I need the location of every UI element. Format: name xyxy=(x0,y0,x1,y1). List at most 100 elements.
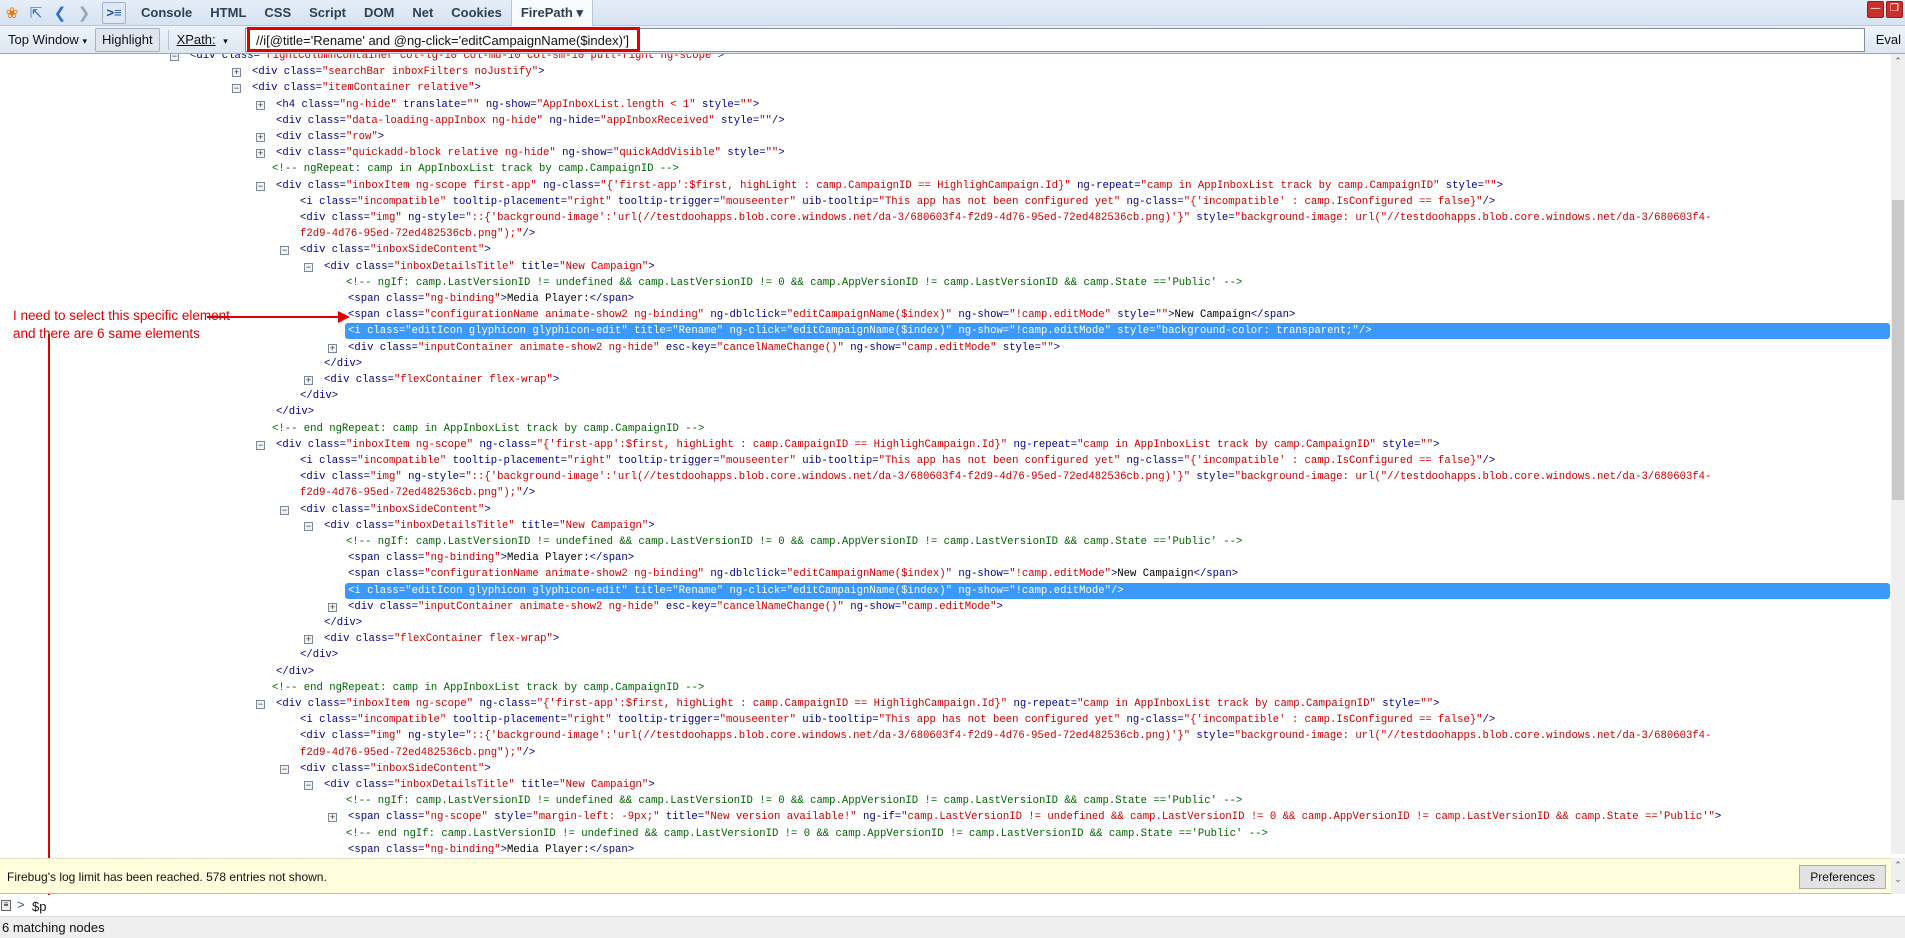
scroll-up-icon[interactable]: ⌃ xyxy=(1891,858,1905,872)
tree-node[interactable]: <span class="configurationName animate-s… xyxy=(348,566,1238,582)
tree-node[interactable]: f2d9-4d76-95ed-72ed482536cb.png");"/> xyxy=(300,485,535,501)
tree-node[interactable]: <div class="img" ng-style="::{'backgroun… xyxy=(300,210,1711,226)
tree-node[interactable]: <!-- end ngRepeat: camp in AppInboxList … xyxy=(272,680,704,696)
tree-node[interactable]: <span class="ng-binding">Media Player:</… xyxy=(348,842,634,854)
log-scrollbar[interactable]: ⌃ ⌄ xyxy=(1891,858,1905,894)
tree-node[interactable]: </div> xyxy=(276,404,314,420)
command-menu-icon[interactable]: ≡ xyxy=(1,900,11,911)
tab-dom[interactable]: DOM xyxy=(355,0,403,26)
tree-node[interactable]: <div class="inboxSideContent"> xyxy=(300,242,491,258)
collapse-toggle-icon[interactable]: − xyxy=(256,700,265,709)
tree-node[interactable]: <div class="inboxItem ng-scope first-app… xyxy=(276,178,1503,194)
tab-css[interactable]: CSS xyxy=(255,0,300,26)
expand-toggle-icon[interactable]: + xyxy=(328,813,337,823)
tree-node[interactable]: <!-- ngIf: camp.LastVersionID != undefin… xyxy=(346,275,1242,291)
tab-html[interactable]: HTML xyxy=(201,0,255,26)
tree-node[interactable]: <div class="inboxDetailsTitle" title="Ne… xyxy=(324,518,655,534)
detach-icon[interactable]: ❐ xyxy=(1886,1,1903,18)
tree-node[interactable]: <div class="img" ng-style="::{'backgroun… xyxy=(300,728,1711,744)
collapse-toggle-icon[interactable]: − xyxy=(232,84,241,94)
collapse-toggle-icon[interactable]: − xyxy=(304,262,313,272)
scrollbar-thumb[interactable] xyxy=(1892,200,1904,500)
scroll-down-icon[interactable]: ⌄ xyxy=(1891,872,1905,886)
preferences-button[interactable]: Preferences xyxy=(1799,865,1886,889)
tab-firepath[interactable]: FirePath ▾ xyxy=(510,0,594,27)
tree-node[interactable]: f2d9-4d76-95ed-72ed482536cb.png");"/> xyxy=(300,226,535,242)
firebug-icon[interactable]: ❀ xyxy=(0,1,24,25)
tree-node[interactable]: </div> xyxy=(300,647,338,663)
command-editor-icon[interactable]: >≡ xyxy=(102,1,126,24)
xpath-input[interactable] xyxy=(245,28,1865,52)
tree-node[interactable]: <!-- ngIf: camp.LastVersionID != undefin… xyxy=(346,793,1242,809)
minimize-icon[interactable]: — xyxy=(1867,1,1884,18)
tree-node[interactable]: <div class="itemContainer relative"> xyxy=(252,80,481,96)
tree-node[interactable]: <div class="data-loading-appInbox ng-hid… xyxy=(276,113,785,129)
tree-node[interactable]: <div class="inboxSideContent"> xyxy=(300,502,491,518)
tree-node[interactable]: <!-- end ngIf: camp.LastVersionID != und… xyxy=(346,826,1268,842)
scroll-up-icon[interactable]: ⌃ xyxy=(1891,56,1905,67)
collapse-toggle-icon[interactable]: − xyxy=(280,505,289,515)
expand-toggle-icon[interactable]: + xyxy=(256,100,265,110)
tree-node[interactable]: <!-- ngRepeat: camp in AppInboxList trac… xyxy=(272,161,679,177)
collapse-toggle-icon[interactable]: − xyxy=(280,764,289,774)
back-icon[interactable]: ❮ xyxy=(48,1,72,25)
tree-node[interactable]: <div class="flexContainer flex-wrap"> xyxy=(324,631,559,647)
tree-node-matched[interactable]: <i class="editIcon glyphicon glyphicon-e… xyxy=(345,582,1890,599)
tree-node[interactable]: <div class="flexContainer flex-wrap"> xyxy=(324,372,559,388)
tree-node[interactable]: <span class="ng-binding">Media Player:</… xyxy=(348,291,634,307)
window-select[interactable]: Top Window ▾ xyxy=(0,28,95,52)
tree-node[interactable]: <div class="inputContainer animate-show2… xyxy=(348,599,1003,615)
tree-node[interactable]: <h4 class="ng-hide" translate="" ng-show… xyxy=(276,97,759,113)
inspect-icon[interactable]: ⇱ xyxy=(24,1,48,25)
xpath-type-select[interactable]: XPath: ▾ xyxy=(177,28,236,52)
tree-node[interactable]: <span class="configurationName animate-s… xyxy=(348,307,1295,323)
collapse-toggle-icon[interactable]: − xyxy=(304,781,313,790)
tree-node[interactable]: <i class="incompatible" tooltip-placemen… xyxy=(300,194,1495,210)
expand-toggle-icon[interactable]: + xyxy=(256,149,265,159)
expand-toggle-icon[interactable]: + xyxy=(304,376,313,385)
tree-node[interactable]: </div> xyxy=(300,388,338,404)
tree-node[interactable]: <div class="inboxItem ng-scope" ng-class… xyxy=(276,696,1439,712)
html-tree: − <div class="rightColumnContainer col-lg… xyxy=(0,54,1890,854)
collapse-toggle-icon[interactable]: − xyxy=(256,440,265,450)
tree-node[interactable]: <!-- ngIf: camp.LastVersionID != undefin… xyxy=(346,534,1242,550)
tree-node[interactable]: <div class="searchBar inboxFilters noJus… xyxy=(252,64,544,80)
tree-node[interactable]: <div class="rightColumnContainer col-lg-… xyxy=(190,54,724,64)
collapse-toggle-icon[interactable]: − xyxy=(280,246,289,256)
tab-cookies[interactable]: Cookies xyxy=(442,0,511,26)
tree-node[interactable]: <div class="inboxSideContent"> xyxy=(300,761,491,777)
tree-node[interactable]: <i class="incompatible" tooltip-placemen… xyxy=(300,712,1495,728)
tree-node[interactable]: <div class="row"> xyxy=(276,129,384,145)
tab-console[interactable]: Console xyxy=(132,0,201,26)
expand-toggle-icon[interactable]: + xyxy=(304,635,313,645)
tree-node[interactable]: <div class="inboxItem ng-scope" ng-class… xyxy=(276,437,1439,453)
tree-node[interactable]: </div> xyxy=(276,664,314,680)
expand-toggle-icon[interactable]: + xyxy=(256,133,265,142)
collapse-toggle-icon[interactable]: − xyxy=(256,181,265,191)
eval-button[interactable]: Eval xyxy=(1876,26,1901,54)
tree-node[interactable]: <div class="img" ng-style="::{'backgroun… xyxy=(300,469,1711,485)
tree-node[interactable]: <div class="inputContainer animate-show2… xyxy=(348,340,1060,356)
tree-node[interactable]: <!-- end ngRepeat: camp in AppInboxList … xyxy=(272,421,704,437)
collapse-toggle-icon[interactable]: − xyxy=(304,521,313,531)
tree-node[interactable]: <div class="quickadd-block relative ng-h… xyxy=(276,145,785,161)
tree-node[interactable]: <div class="inboxDetailsTitle" title="Ne… xyxy=(324,259,655,275)
tree-node[interactable]: f2d9-4d76-95ed-72ed482536cb.png");"/> xyxy=(300,745,535,761)
tree-node-matched[interactable]: <i class="editIcon glyphicon glyphicon-e… xyxy=(345,323,1890,340)
tree-node[interactable]: </div> xyxy=(324,615,362,631)
expand-toggle-icon[interactable]: + xyxy=(328,602,337,612)
forward-icon[interactable]: ❯ xyxy=(72,1,96,25)
tree-node[interactable]: <i class="incompatible" tooltip-placemen… xyxy=(300,453,1495,469)
highlight-button[interactable]: Highlight xyxy=(94,27,160,52)
tree-node[interactable]: </div> xyxy=(324,356,362,372)
tab-net[interactable]: Net xyxy=(403,0,442,26)
tree-node[interactable]: <span class="ng-binding">Media Player:</… xyxy=(348,550,634,566)
expand-toggle-icon[interactable]: + xyxy=(232,68,241,78)
tree-node[interactable]: <span class="ng-scope" style="margin-lef… xyxy=(348,809,1721,825)
tree-node[interactable]: <div class="inboxDetailsTitle" title="Ne… xyxy=(324,777,655,793)
expand-toggle-icon[interactable]: + xyxy=(328,343,337,353)
collapse-toggle-icon[interactable]: − xyxy=(170,54,179,61)
tab-script[interactable]: Script xyxy=(300,0,355,26)
command-input[interactable] xyxy=(32,896,1892,916)
tree-scrollbar[interactable]: ⌃ xyxy=(1891,54,1905,854)
